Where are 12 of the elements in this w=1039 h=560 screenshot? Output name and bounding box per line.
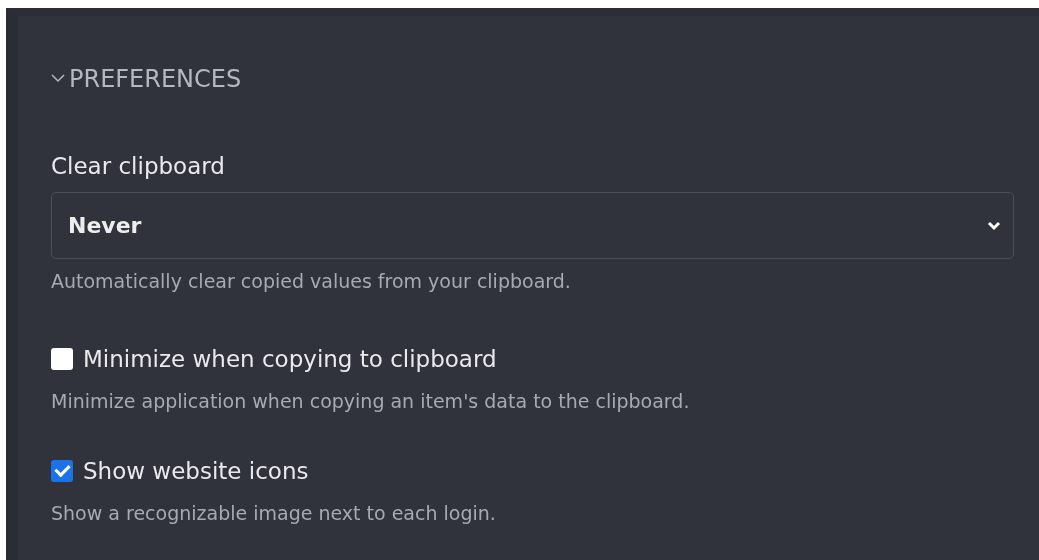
help-text: Automatically clear copied values from your clipboard.	[51, 269, 571, 293]
checkbox-label[interactable]: Minimize when copying to clipboard	[83, 345, 497, 373]
checkbox[interactable]	[51, 460, 73, 482]
chevron-icon[interactable]	[51, 74, 65, 84]
help-text: Minimize application when copying an item's data to the clipboard.	[51, 389, 690, 413]
field-label: Clear clipboard	[51, 152, 225, 180]
checkbox-label[interactable]: Show website icons	[83, 457, 309, 485]
checkbox[interactable]	[51, 348, 73, 370]
chevron-down-icon	[987, 220, 1001, 231]
help-text: Show a recognizable image next to each login.	[51, 501, 496, 525]
clear-clipboard-select[interactable]: Never	[51, 192, 1014, 259]
section-title[interactable]: PREFERENCES	[69, 64, 242, 94]
